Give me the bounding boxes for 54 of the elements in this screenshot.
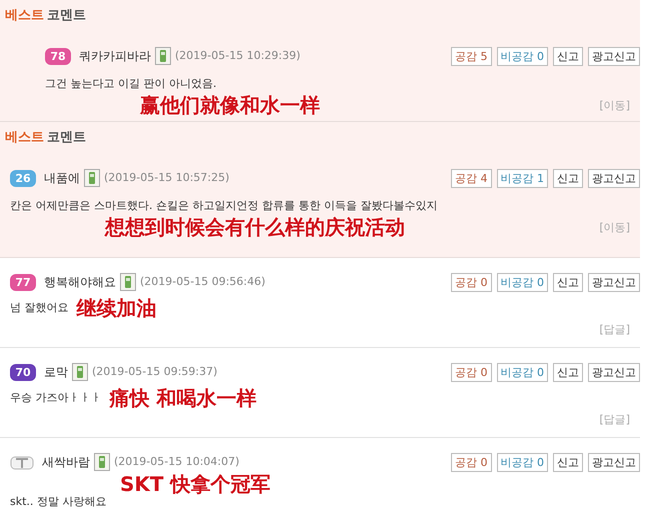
comment-text: 그건 높는다고 이길 판이 아니었음. xyxy=(45,76,218,92)
agree-button[interactable]: 공감 0 xyxy=(451,272,492,292)
timestamp: (2019-05-15 09:56:46) xyxy=(140,274,266,290)
timestamp: (2019-05-15 10:57:25) xyxy=(104,170,230,186)
best-label: 베스트 xyxy=(5,129,44,147)
mobile-phone-icon xyxy=(72,363,88,381)
agree-button[interactable]: 공감 4 xyxy=(451,168,492,188)
level-badge: 78 xyxy=(45,48,71,64)
report-button[interactable]: 신고 xyxy=(553,362,583,382)
comment-text: 칸은 어제만큼은 스마트했다. 숀킬은 하고일지언정 합류를 통한 이득을 잘봤다볼수있지 xyxy=(10,198,438,214)
level-badge: 26 xyxy=(10,170,36,186)
disagree-button[interactable]: 비공감 1 xyxy=(496,168,548,188)
mobile-phone-icon xyxy=(94,453,110,471)
ad-report-button[interactable]: 광고신고 xyxy=(588,362,640,382)
sprout-badge-icon xyxy=(10,454,34,470)
timestamp: (2019-05-15 10:04:07) xyxy=(114,454,240,470)
comment-label: 코멘트 xyxy=(47,7,86,25)
timestamp: (2019-05-15 10:29:39) xyxy=(175,48,300,64)
report-button[interactable]: 신고 xyxy=(553,46,583,66)
agree-button[interactable]: 공감 0 xyxy=(451,362,492,382)
best-label: 베스트 xyxy=(5,7,44,25)
report-button[interactable]: 신고 xyxy=(553,452,583,472)
comment-label: 코멘트 xyxy=(47,129,86,147)
agree-button[interactable]: 공감 0 xyxy=(451,452,492,472)
mobile-phone-icon xyxy=(84,169,100,187)
caption-text: 继续加油 xyxy=(76,298,156,318)
mobile-phone-icon xyxy=(155,47,171,65)
caption-text: 想想到时候会有什么样的庆祝活动 xyxy=(105,216,405,236)
disagree-button[interactable]: 비공감 0 xyxy=(496,272,548,292)
comment-text: 넘 잘했어요 xyxy=(10,300,68,316)
ad-report-button[interactable]: 광고신고 xyxy=(588,168,640,188)
comment-text: 우승 가즈아ㅏㅏㅏ xyxy=(10,390,102,406)
user-name[interactable]: 새싹바람 xyxy=(42,453,90,471)
caption-text: 痛快 和喝水一样 xyxy=(110,388,256,408)
level-badge: 77 xyxy=(10,274,36,290)
comment-text: skt.. 정말 사랑해요 xyxy=(10,494,108,510)
caption-text: SKT 快拿个冠军 xyxy=(120,474,272,494)
ad-report-button[interactable]: 광고신고 xyxy=(588,452,640,472)
user-name[interactable]: 로막 xyxy=(44,363,68,381)
disagree-button[interactable]: 비공감 0 xyxy=(496,452,548,472)
disagree-button[interactable]: 비공감 0 xyxy=(496,362,548,382)
caption-text: 赢他们就像和水一样 xyxy=(140,94,320,114)
disagree-button[interactable]: 비공감 0 xyxy=(496,46,548,66)
ad-report-button[interactable]: 광고신고 xyxy=(588,272,640,292)
report-button[interactable]: 신고 xyxy=(553,168,583,188)
user-name[interactable]: 내품에 xyxy=(44,169,80,187)
user-name[interactable]: 쿼카카피바라 xyxy=(79,47,151,65)
user-name[interactable]: 행복해야해요 xyxy=(44,273,116,291)
level-badge: 70 xyxy=(10,364,36,380)
ad-report-button[interactable]: 광고신고 xyxy=(588,46,640,66)
report-button[interactable]: 신고 xyxy=(553,272,583,292)
mobile-phone-icon xyxy=(120,273,136,291)
agree-button[interactable]: 공감 5 xyxy=(451,46,492,66)
timestamp: (2019-05-15 09:59:37) xyxy=(92,364,218,380)
